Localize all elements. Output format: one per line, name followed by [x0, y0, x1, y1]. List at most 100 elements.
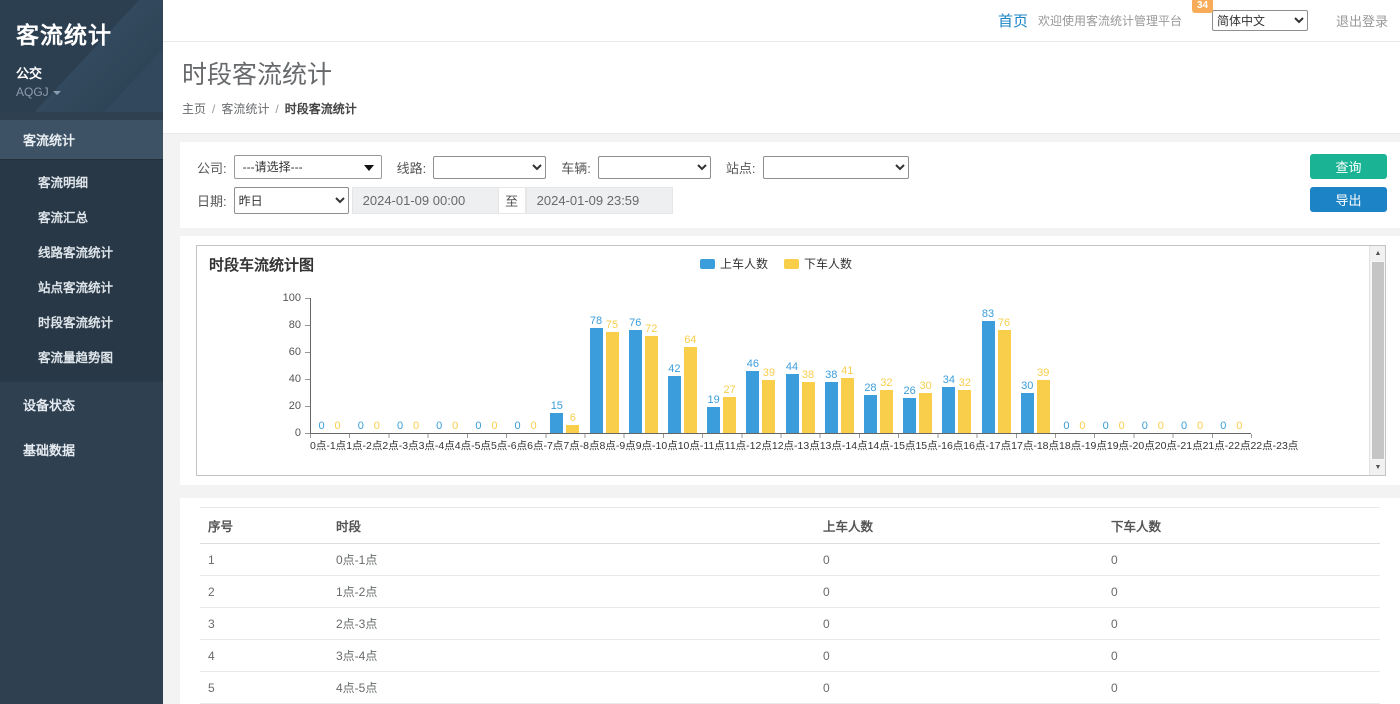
bar-上车人数[interactable]: 15 [550, 400, 563, 433]
bar-下车人数[interactable]: 0 [1154, 420, 1167, 433]
home-link[interactable]: 首页 [998, 10, 1028, 31]
date-start-input[interactable] [352, 187, 499, 214]
bar-value-label: 28 [864, 382, 876, 394]
x-axis-category-labels: 0点-1点1点-2点2点-3点3点-4点4点-5点5点-6点6点-7点7点-8点… [310, 438, 1251, 453]
bar-下车人数[interactable]: 0 [488, 420, 501, 433]
bar-上车人数[interactable]: 0 [315, 420, 328, 433]
sidebar-item-时段客流统计[interactable]: 时段客流统计 [0, 304, 163, 339]
scroll-down-icon[interactable]: ▼ [1370, 460, 1386, 475]
bar-下车人数[interactable]: 64 [684, 334, 697, 433]
sidebar-item-站点客流统计[interactable]: 站点客流统计 [0, 269, 163, 304]
bar-下车人数[interactable]: 0 [1233, 420, 1246, 433]
x-label-text: 19点-20点 [1107, 438, 1155, 453]
app-title: 客流统计 [16, 16, 149, 50]
table-panel: 序号时段上车人数下车人数 10点-1点0021点-2点0032点-3点0043点… [180, 498, 1400, 704]
sidebar-item-客流量趋势图[interactable]: 客流量趋势图 [0, 339, 163, 374]
bar-group-23点-24点: 00 [1212, 420, 1251, 433]
sidebar-section-设备状态[interactable]: 设备状态 [0, 382, 163, 427]
scroll-up-icon[interactable]: ▲ [1370, 246, 1386, 261]
breadcrumb-item-客流统计[interactable]: 客流统计 [221, 102, 269, 116]
bar-下车人数[interactable]: 0 [370, 420, 383, 433]
bar-下车人数[interactable]: 30 [919, 380, 932, 434]
bar-上车人数[interactable]: 0 [1138, 420, 1151, 433]
bar-上车人数[interactable]: 0 [354, 420, 367, 433]
bar-下车人数[interactable]: 32 [958, 377, 971, 433]
bar-下车人数[interactable]: 0 [1115, 420, 1128, 433]
bar-group-12点-13点: 4438 [780, 361, 819, 433]
bar-下车人数[interactable]: 72 [645, 323, 658, 433]
search-button[interactable]: 查询 [1310, 154, 1387, 179]
bar-下车人数[interactable]: 27 [723, 384, 736, 433]
bar-上车人数[interactable]: 42 [668, 363, 681, 433]
table-cell: 1点-2点 [328, 576, 815, 608]
bar-下车人数[interactable]: 41 [841, 365, 854, 433]
bar-下车人数[interactable]: 0 [410, 420, 423, 433]
export-button[interactable]: 导出 [1310, 187, 1387, 212]
date-end-input[interactable] [526, 187, 673, 214]
bar-上车人数[interactable]: 0 [1060, 420, 1073, 433]
bar-上车人数[interactable]: 83 [982, 308, 995, 433]
x-label-text: 15点-16点 [915, 438, 963, 453]
bar-上车人数[interactable]: 78 [590, 315, 603, 433]
bar-上车人数[interactable]: 38 [825, 369, 838, 433]
bar-下车人数[interactable]: 76 [998, 317, 1011, 433]
bar-上车人数[interactable]: 0 [511, 420, 524, 433]
bar-group-0点-1点: 00 [310, 420, 349, 433]
x-label-9点-10点: 9点-10点 [636, 438, 678, 453]
bar-下车人数[interactable]: 0 [449, 420, 462, 433]
x-label-text: 9点-10点 [636, 438, 678, 453]
bar-rect [1037, 380, 1050, 433]
bar-下车人数[interactable]: 6 [566, 412, 579, 433]
bar-上车人数[interactable]: 0 [1099, 420, 1112, 433]
sidebar-item-线路客流统计[interactable]: 线路客流统计 [0, 234, 163, 269]
bar-下车人数[interactable]: 39 [1037, 367, 1050, 433]
bar-下车人数[interactable]: 75 [606, 319, 619, 433]
bar-上车人数[interactable]: 0 [472, 420, 485, 433]
bar-上车人数[interactable]: 34 [942, 374, 955, 433]
station-select[interactable] [763, 156, 909, 179]
bar-上车人数[interactable]: 76 [629, 317, 642, 433]
bar-上车人数[interactable]: 0 [394, 420, 407, 433]
bar-上车人数[interactable]: 0 [1217, 420, 1230, 433]
bar-上车人数[interactable]: 19 [707, 394, 720, 433]
bar-上车人数[interactable]: 44 [786, 361, 799, 433]
sidebar-item-客流汇总[interactable]: 客流汇总 [0, 199, 163, 234]
bar-上车人数[interactable]: 46 [746, 358, 759, 433]
sidebar-item-客流明细[interactable]: 客流明细 [0, 164, 163, 199]
bar-value-label: 0 [1063, 420, 1069, 432]
language-select[interactable]: 简体中文 [1212, 10, 1308, 31]
table-header-上车人数: 上车人数 [815, 508, 1103, 544]
legend-item-上车人数[interactable]: 上车人数 [700, 255, 768, 272]
date-preset-select[interactable]: 昨日 [234, 187, 349, 214]
vehicle-select[interactable] [598, 156, 711, 179]
table-row: 21点-2点00 [200, 576, 1380, 608]
bar-下车人数[interactable]: 0 [331, 420, 344, 433]
bar-下车人数[interactable]: 0 [1194, 420, 1207, 433]
bar-下车人数[interactable]: 32 [880, 377, 893, 433]
logout-link[interactable]: 退出登录 [1336, 11, 1388, 30]
scrollbar-thumb[interactable] [1372, 262, 1384, 459]
x-label-14点-15点: 14点-15点 [868, 438, 916, 453]
x-label-5点-6点: 5点-6点 [491, 438, 527, 453]
bar-上车人数[interactable]: 30 [1021, 380, 1034, 434]
breadcrumb-item-主页[interactable]: 主页 [182, 102, 206, 116]
company-select[interactable]: ---请选择--- [234, 155, 382, 179]
legend-item-下车人数[interactable]: 下车人数 [784, 255, 852, 272]
bar-下车人数[interactable]: 0 [1076, 420, 1089, 433]
bar-下车人数[interactable]: 0 [527, 420, 540, 433]
bar-group-11点-12点: 4639 [741, 358, 780, 433]
sidebar-section-基础数据[interactable]: 基础数据 [0, 427, 163, 472]
bar-下车人数[interactable]: 38 [802, 369, 815, 433]
chart-scrollbar[interactable]: ▲ ▼ [1369, 246, 1385, 475]
sidebar-section-客流统计[interactable]: 客流统计 [0, 120, 163, 160]
line-select[interactable] [433, 156, 546, 179]
org-switcher[interactable]: AQGJ [16, 85, 149, 99]
x-label-text: 14点-15点 [868, 438, 916, 453]
bar-上车人数[interactable]: 0 [433, 420, 446, 433]
bar-上车人数[interactable]: 0 [1178, 420, 1191, 433]
bar-上车人数[interactable]: 26 [903, 385, 916, 433]
bar-下车人数[interactable]: 39 [762, 367, 775, 433]
table-cell: 2 [200, 576, 328, 608]
bar-value-label: 0 [413, 420, 419, 432]
bar-上车人数[interactable]: 28 [864, 382, 877, 433]
